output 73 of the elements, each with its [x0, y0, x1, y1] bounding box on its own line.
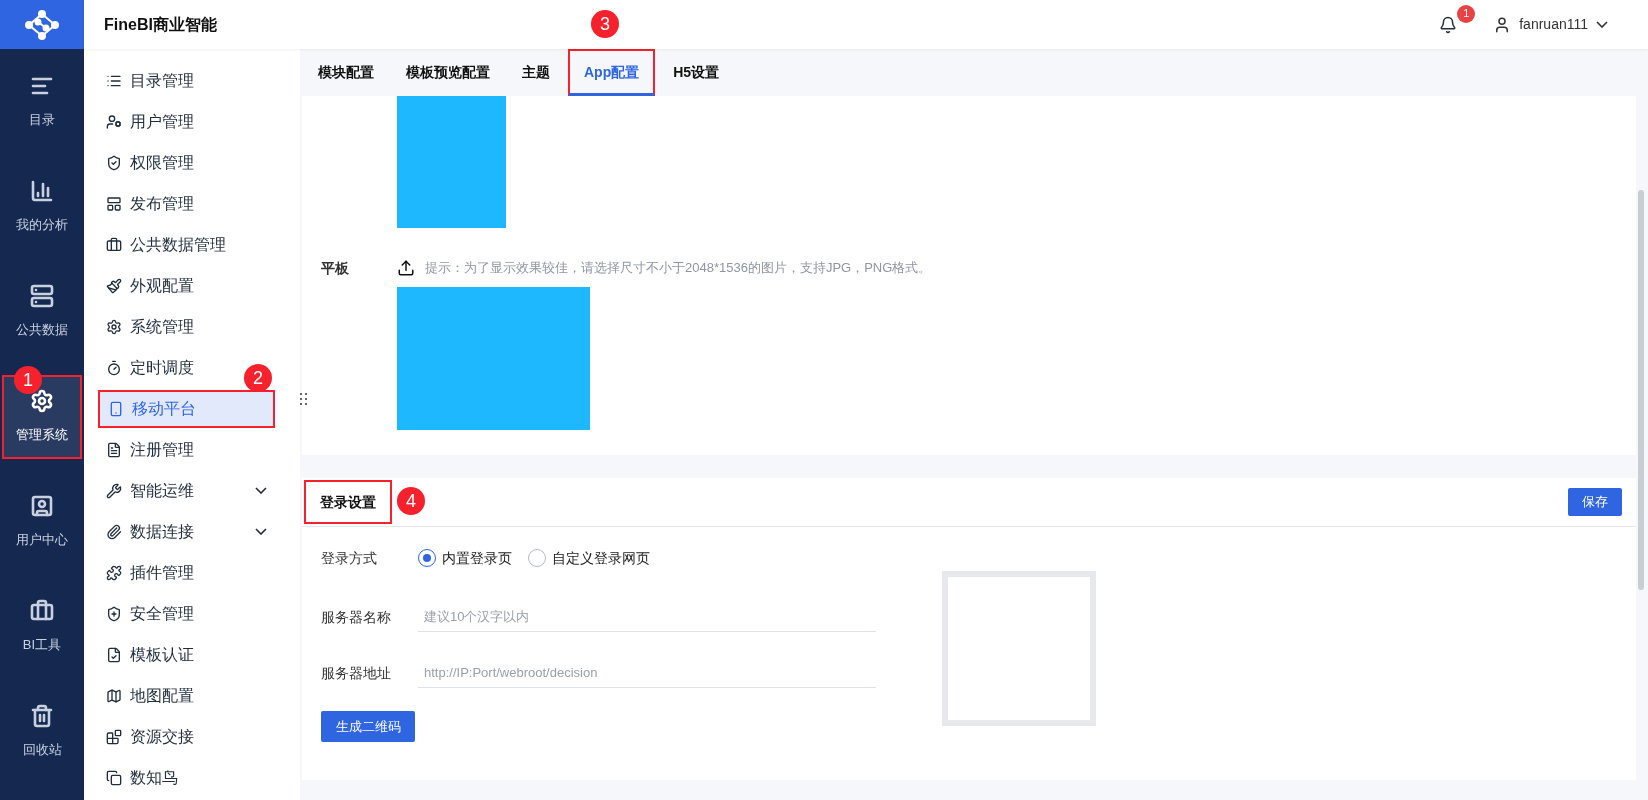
- phone-icon: [108, 400, 124, 417]
- field-label: 服务器名称: [321, 607, 392, 627]
- menu-item[interactable]: 系统管理: [98, 307, 275, 346]
- radio-option[interactable]: 内置登录页: [418, 547, 512, 569]
- map-icon: [106, 687, 122, 704]
- menu-item[interactable]: 数知鸟: [98, 758, 275, 797]
- document-icon: [106, 441, 122, 458]
- rail-item[interactable]: 我的分析: [2, 164, 82, 249]
- paperclip-icon: [106, 523, 122, 540]
- copy-icon: [106, 769, 122, 786]
- bell-icon: [1439, 15, 1458, 34]
- gear-icon: [30, 388, 54, 413]
- menu-item[interactable]: 智能运维: [98, 471, 275, 510]
- rail-item[interactable]: BI工具: [2, 584, 82, 669]
- wrench-icon: [106, 482, 122, 499]
- shield-icon: [106, 154, 122, 171]
- user-icon: [106, 113, 122, 130]
- menu-item[interactable]: 外观配置: [98, 266, 275, 305]
- menu-item[interactable]: 用户管理: [98, 102, 275, 141]
- section-title: 登录设置: [304, 480, 392, 524]
- app-title: FineBI商业智能: [104, 14, 217, 35]
- field-label: 服务器地址: [321, 663, 392, 683]
- field-label: 登录方式: [321, 548, 378, 568]
- gear-icon: [106, 318, 122, 335]
- timer-icon: [106, 359, 122, 376]
- menu-item[interactable]: 公共数据管理: [98, 225, 275, 264]
- hint-text: 提示：为了显示效果较佳，请选择尺寸不小于2048*1536的图片，支持JPG，PNG格式。: [425, 259, 932, 278]
- server-icon: [30, 283, 54, 308]
- layout-icon: [106, 195, 122, 212]
- callout-number: 4: [397, 487, 425, 515]
- text-field[interactable]: http://IP:Port/webroot/decision: [418, 658, 876, 688]
- menu-item[interactable]: 移动平台: [98, 389, 275, 428]
- rail-item[interactable]: 用户中心: [2, 479, 82, 564]
- callout-number: 1: [14, 366, 42, 394]
- menu-item[interactable]: 安全管理: [98, 594, 275, 633]
- rail-item[interactable]: 目录: [2, 59, 82, 144]
- trash-icon: [30, 703, 54, 728]
- document-check-icon: [106, 646, 122, 663]
- callout-number: 2: [244, 364, 272, 392]
- blocks-icon: [106, 728, 122, 745]
- menu-item[interactable]: 权限管理: [98, 143, 275, 182]
- briefcase-icon: [106, 236, 122, 253]
- menu-item[interactable]: 数据连接: [98, 512, 275, 551]
- rail-item[interactable]: 公共数据: [2, 269, 82, 354]
- user-icon: [30, 493, 54, 518]
- notification-count: 1: [1457, 4, 1476, 23]
- user-menu[interactable]: fanruan111: [1493, 14, 1608, 35]
- upload-icon: [397, 259, 415, 277]
- generate-qr-button[interactable]: 生成二维码: [321, 711, 415, 742]
- drag-handle-icon: [300, 393, 307, 405]
- shield-plus-icon: [106, 605, 122, 622]
- text-field[interactable]: 建议10个汉字以内: [418, 602, 876, 632]
- save-button[interactable]: 保存: [1568, 488, 1622, 516]
- tab[interactable]: 模板预览配置: [392, 49, 504, 96]
- menu-item[interactable]: 资源交接: [98, 717, 275, 756]
- menu-item[interactable]: 目录管理: [98, 61, 275, 100]
- menu-item[interactable]: 地图配置: [98, 676, 275, 715]
- chevron-icon: [1596, 21, 1608, 28]
- chart-icon: [30, 178, 54, 203]
- paint-roller-icon: [106, 277, 122, 294]
- menu-item[interactable]: 发布管理: [98, 184, 275, 223]
- toolbox-icon: [30, 598, 54, 623]
- notifications-button[interactable]: [1439, 15, 1458, 34]
- tab[interactable]: H5设置: [659, 49, 734, 96]
- radio-option[interactable]: 自定义登录网页: [528, 547, 650, 569]
- menu-item[interactable]: 模板认证: [98, 635, 275, 674]
- menu-item[interactable]: 注册管理: [98, 430, 275, 469]
- tab[interactable]: 模块配置: [304, 49, 388, 96]
- menu-item[interactable]: 插件管理: [98, 553, 275, 592]
- field-label: 平板: [320, 258, 350, 278]
- puzzle-icon: [106, 564, 122, 581]
- rail-item[interactable]: 回收站: [2, 689, 82, 774]
- tab[interactable]: 主题: [508, 49, 564, 96]
